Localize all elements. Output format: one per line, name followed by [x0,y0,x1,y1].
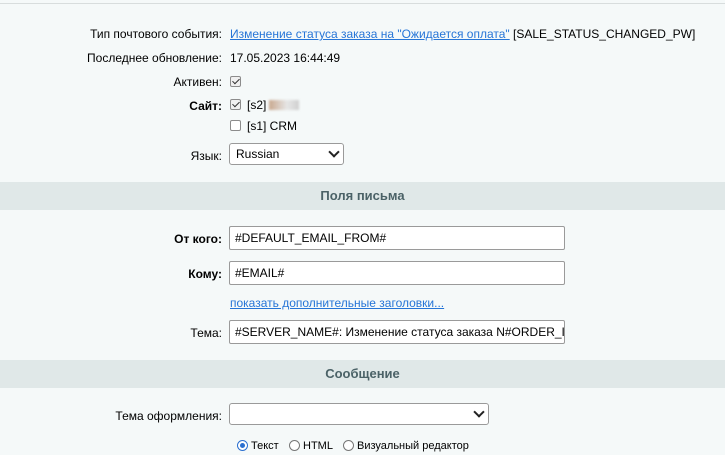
language-row: Язык: Russian [0,143,725,167]
event-type-value: Изменение статуса заказа на "Ожидается о… [230,27,695,41]
format-text-radio[interactable] [237,440,248,451]
to-label: Кому: [188,267,222,281]
subject-row: Тема: #SERVER_NAME#: Изменение статуса з… [0,320,725,344]
site-row-2: [s1] CRM [0,115,725,139]
site-s2-redacted [269,100,299,110]
chevron-down-icon [328,146,340,158]
theme-label: Тема оформления: [115,409,222,423]
language-label: Язык: [190,149,222,163]
site-s2-checkbox[interactable] [230,99,241,110]
format-row: Текст HTML Визуальный редактор [0,436,725,455]
event-type-link[interactable]: Изменение статуса заказа на "Ожидается о… [230,27,510,41]
theme-row: Тема оформления: [0,403,725,427]
show-headers-link[interactable]: показать дополнительные заголовки... [230,296,444,310]
subject-input[interactable]: #SERVER_NAME#: Изменение статуса заказа … [229,320,565,344]
active-row: Активен: [0,70,725,94]
format-visual-radio[interactable] [343,440,354,451]
show-headers-row: показать дополнительные заголовки... [0,291,725,315]
format-html-radio[interactable] [289,440,300,451]
site-s2-label: [s2] [247,98,267,112]
chevron-down-icon [473,406,485,418]
section-message: Сообщение [0,360,725,388]
language-selected: Russian [236,147,280,161]
event-type-code: [SALE_STATUS_CHANGED_PW] [513,27,696,41]
section-message-title: Сообщение [325,366,400,381]
format-html-label: HTML [303,440,333,452]
updated-value: 17.05.2023 16:44:49 [230,51,341,65]
to-row: Кому: #EMAIL# [0,261,725,285]
updated-row: Последнее обновление: 17.05.2023 16:44:4… [0,46,725,70]
theme-select[interactable] [229,403,489,425]
format-visual-label: Визуальный редактор [357,440,469,452]
from-label: От кого: [174,232,222,246]
event-type-row: Тип почтового события: Изменение статуса… [0,22,725,46]
section-mail-fields: Поля письма [0,182,725,210]
from-input[interactable]: #DEFAULT_EMAIL_FROM# [229,226,565,250]
to-input[interactable]: #EMAIL# [229,261,565,285]
format-text-label: Текст [251,440,279,452]
section-mail-fields-title: Поля письма [320,188,405,203]
site-s1-checkbox[interactable] [230,120,241,131]
event-type-label: Тип почтового события: [90,27,222,41]
site-s1-label: [s1] CRM [247,119,298,133]
from-row: От кого: #DEFAULT_EMAIL_FROM# [0,226,725,250]
language-select[interactable]: Russian [229,143,344,165]
active-checkbox[interactable] [230,76,241,87]
site-label: Сайт: [189,99,222,113]
active-label: Активен: [173,75,222,89]
subject-label: Тема: [190,326,222,340]
top-divider [0,3,725,4]
updated-label: Последнее обновление: [87,51,222,65]
